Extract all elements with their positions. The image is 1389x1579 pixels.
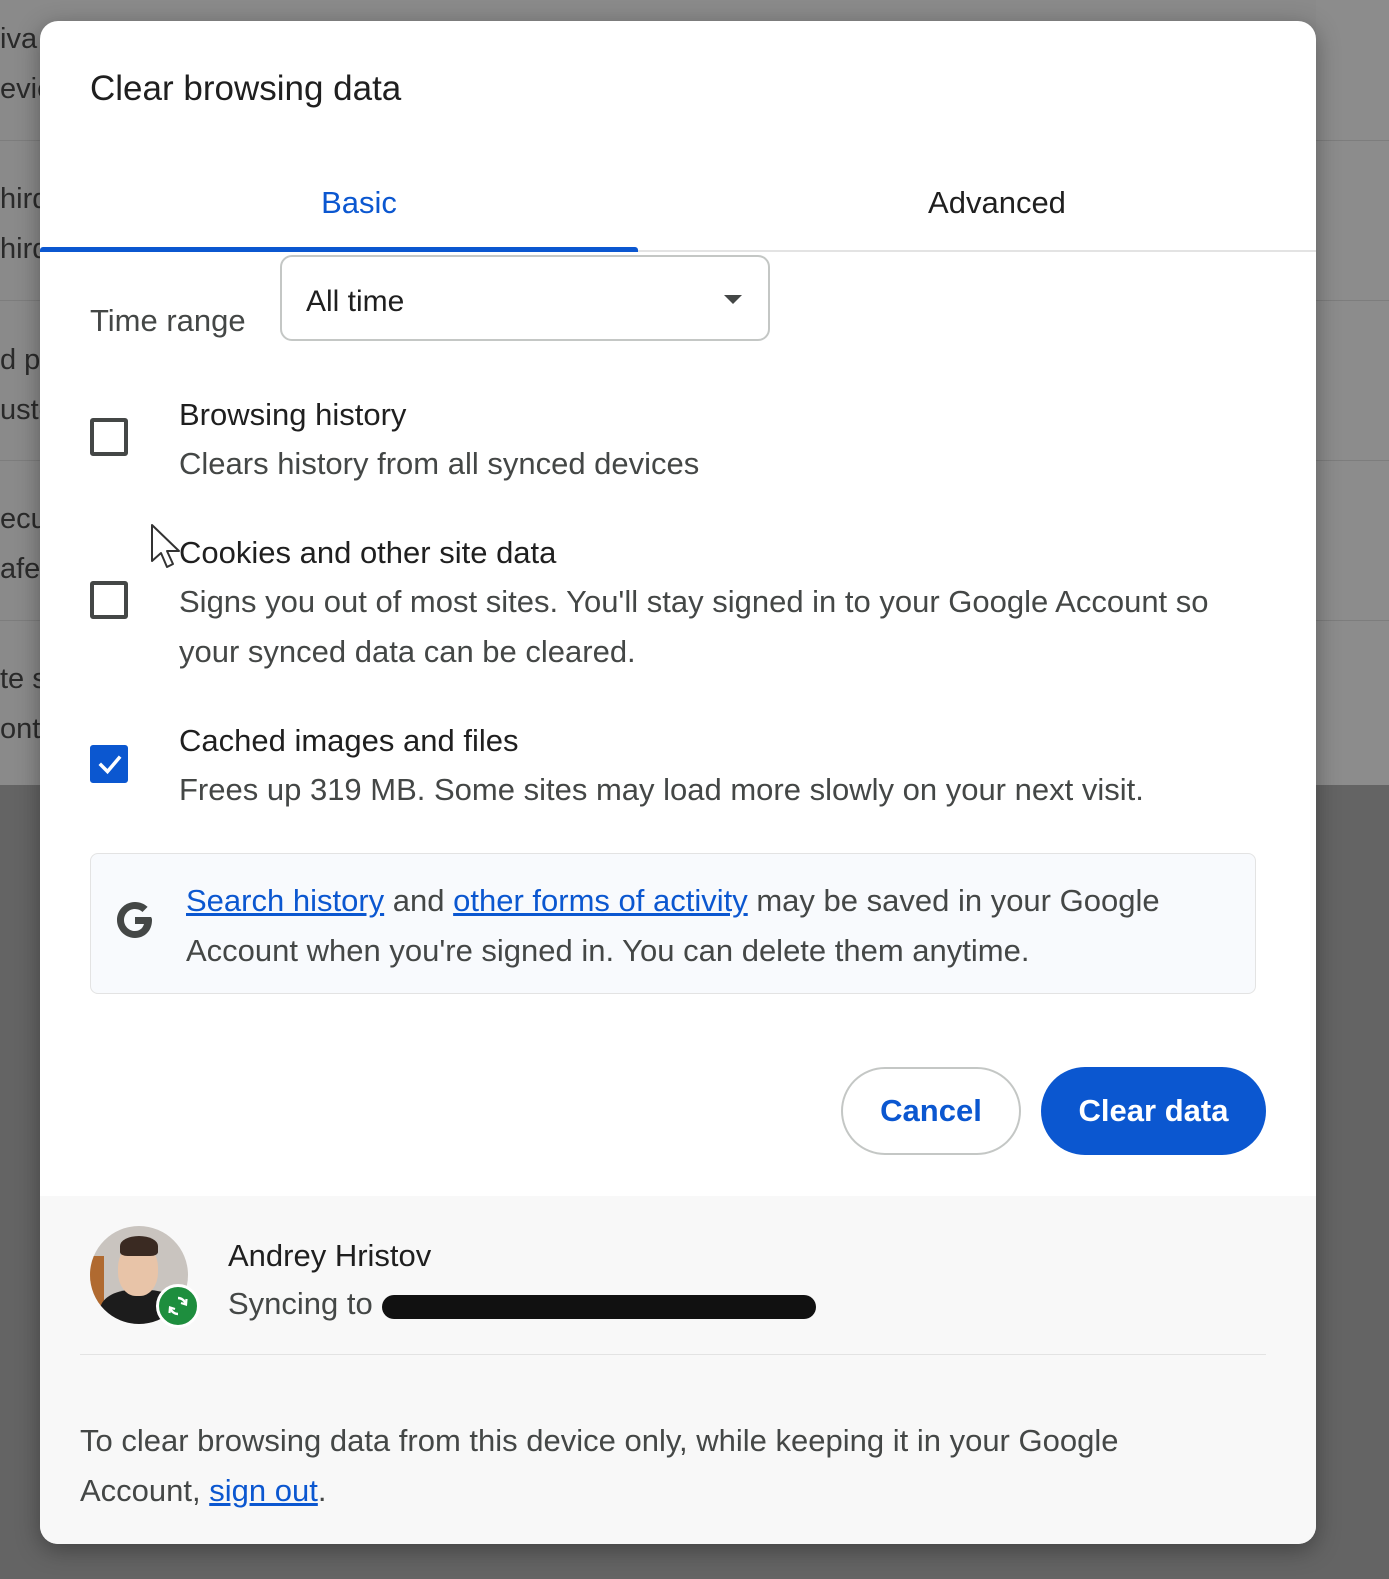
background-text: te s: [0, 663, 40, 695]
account-footer: Andrey Hristov Syncing to To clear brows…: [40, 1196, 1316, 1544]
avatar-hair: [120, 1236, 158, 1256]
option-title: Cached images and files: [179, 723, 519, 758]
cookies-checkbox[interactable]: [90, 581, 128, 619]
sign-out-hint-suffix: .: [317, 1473, 327, 1508]
background-text: usto: [0, 394, 40, 426]
background-text: evie: [0, 73, 40, 105]
sync-arrows-icon: [168, 1296, 188, 1316]
option-browsing-history: Browsing history Clears history from all…: [40, 381, 1316, 501]
background-right-panel: [1316, 0, 1389, 785]
checkmark-icon: [98, 755, 122, 775]
background-text: hird: [0, 183, 40, 215]
clear-browsing-data-dialog: Clear browsing data Basic Advanced Time …: [40, 21, 1316, 1544]
option-title: Cookies and other site data: [179, 535, 557, 570]
option-description: Clears history from all synced devices: [179, 446, 700, 481]
option-description: Frees up 319 MB. Some sites may load mor…: [179, 772, 1144, 807]
tab-bar: Basic Advanced: [40, 156, 1316, 252]
mouse-cursor-icon: [151, 524, 180, 568]
avatar-background: [90, 1256, 104, 1306]
cached-images-checkbox[interactable]: [90, 745, 128, 783]
background-text: ecu: [0, 503, 40, 535]
google-activity-info: Search history and other forms of activi…: [90, 853, 1256, 994]
cancel-button[interactable]: Cancel: [841, 1067, 1021, 1155]
info-text: Search history and other forms of activi…: [186, 876, 1226, 976]
option-cookies: Cookies and other site data Signs you ou…: [40, 519, 1316, 689]
background-text: d p: [0, 344, 40, 376]
dialog-title: Clear browsing data: [90, 69, 402, 108]
google-g-icon: [117, 902, 152, 938]
time-range-value: All time: [306, 285, 405, 318]
background-text: iva: [0, 23, 38, 55]
account-name: Andrey Hristov: [228, 1238, 432, 1273]
option-title: Browsing history: [179, 397, 407, 432]
option-description: Signs you out of most sites. You'll stay…: [179, 584, 1209, 669]
option-cached-images: Cached images and files Frees up 319 MB.…: [40, 707, 1316, 827]
search-history-link[interactable]: Search history: [186, 883, 384, 918]
clear-data-button[interactable]: Clear data: [1041, 1067, 1266, 1155]
background-text: hird: [0, 233, 40, 265]
sync-icon: [156, 1284, 200, 1328]
browsing-history-checkbox[interactable]: [90, 418, 128, 456]
sign-out-link[interactable]: sign out: [209, 1473, 318, 1508]
sync-status: Syncing to: [228, 1286, 373, 1321]
redacted-email: [382, 1295, 816, 1319]
tab-basic[interactable]: Basic: [40, 156, 678, 250]
footer-divider: [80, 1354, 1266, 1355]
time-range-label: Time range: [90, 303, 246, 338]
dropdown-arrow-icon: [724, 295, 742, 304]
tab-advanced[interactable]: Advanced: [678, 156, 1316, 250]
time-range-select[interactable]: All time: [280, 255, 770, 341]
active-tab-indicator: [40, 247, 638, 252]
background-text: ont: [0, 713, 40, 745]
background-text: afe: [0, 553, 40, 585]
info-text-and: and: [392, 883, 445, 918]
other-activity-link[interactable]: other forms of activity: [453, 883, 748, 918]
sign-out-hint: To clear browsing data from this device …: [80, 1416, 1230, 1516]
